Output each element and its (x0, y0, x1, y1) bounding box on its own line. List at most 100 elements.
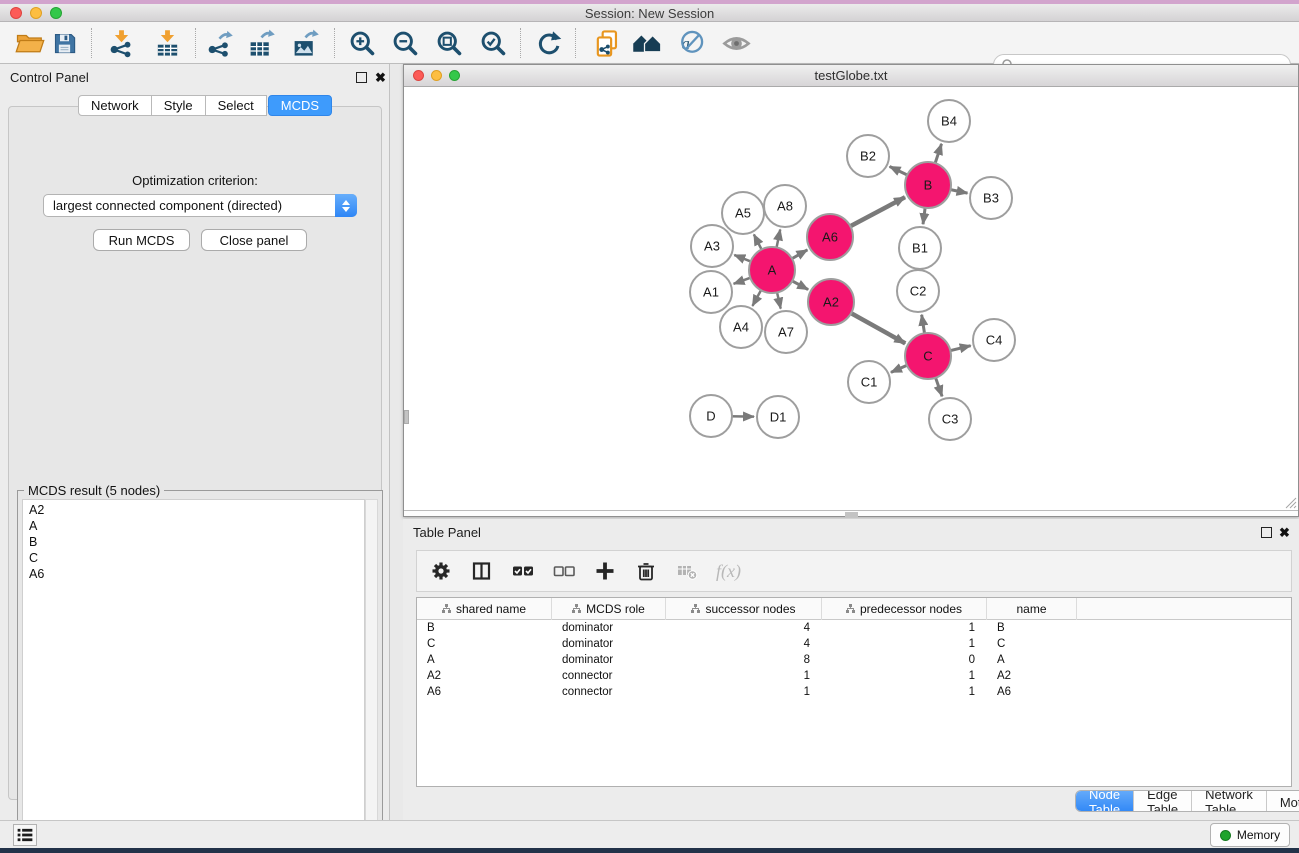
tab-mcds[interactable]: MCDS (268, 95, 332, 116)
column-label: successor nodes (705, 602, 795, 616)
cell-successor-nodes[interactable]: 8 (666, 652, 822, 668)
table-row[interactable]: A2connector11A2 (417, 668, 1291, 684)
app-titlebar: Session: New Session (0, 4, 1299, 22)
table-body: Bdominator41BCdominator41CAdominator80AA… (417, 620, 1291, 700)
cell-predecessor-nodes[interactable]: 1 (822, 620, 987, 636)
cell-shared-name[interactable]: A2 (417, 668, 552, 684)
tab-motifs[interactable]: Motifs (1266, 791, 1299, 812)
cell-MCDS-role[interactable]: connector (552, 684, 666, 700)
memory-button[interactable]: Memory (1210, 823, 1290, 847)
zoom-selected-icon[interactable] (473, 22, 513, 64)
add-column-icon[interactable] (593, 559, 617, 583)
cell-name[interactable]: A6 (987, 684, 1077, 700)
column-header-MCDS-role[interactable]: MCDS role (552, 598, 666, 620)
cell-predecessor-nodes[interactable]: 1 (822, 636, 987, 652)
export-network-icon[interactable] (199, 22, 239, 64)
export-table-icon[interactable] (241, 22, 281, 64)
run-mcds-button[interactable]: Run MCDS (93, 229, 190, 251)
clear-all-checkboxes-icon[interactable] (552, 559, 576, 583)
delete-table-icon[interactable] (675, 559, 699, 583)
cell-successor-nodes[interactable]: 1 (666, 684, 822, 700)
resize-grip-icon[interactable] (1284, 496, 1297, 509)
cell-successor-nodes[interactable]: 4 (666, 636, 822, 652)
float-panel-icon[interactable] (356, 72, 367, 83)
result-item[interactable]: A (29, 518, 364, 534)
control-panel-title: Control Panel (10, 70, 89, 85)
cell-successor-nodes[interactable]: 4 (666, 620, 822, 636)
tab-select[interactable]: Select (206, 95, 267, 116)
result-item[interactable]: A6 (29, 566, 364, 582)
cell-shared-name[interactable]: C (417, 636, 552, 652)
network-window-titlebar[interactable]: testGlobe.txt (404, 65, 1298, 87)
table-row[interactable]: Cdominator41C (417, 636, 1291, 652)
tab-network[interactable]: Network (78, 95, 152, 116)
criterion-dropdown[interactable]: largest connected component (directed) (43, 194, 357, 217)
result-scrollbar[interactable] (365, 499, 378, 830)
network-canvas[interactable]: B4B2BB3A8A5A6A3B1AA1C2A2A4A7C4CC1C3DD1 (404, 87, 1298, 510)
result-item[interactable]: C (29, 550, 364, 566)
zoom-in-icon[interactable] (342, 22, 382, 64)
node-label-A8: A8 (777, 199, 793, 214)
close-table-panel-icon[interactable]: ✖ (1279, 527, 1290, 538)
split-columns-icon[interactable] (470, 559, 494, 583)
close-panel-button[interactable]: Close panel (201, 229, 307, 251)
close-panel-icon[interactable]: ✖ (375, 72, 386, 83)
import-table-icon[interactable] (147, 22, 187, 64)
cell-shared-name[interactable]: A (417, 652, 552, 668)
network-graph[interactable]: B4B2BB3A8A5A6A3B1AA1C2A2A4A7C4CC1C3DD1 (404, 87, 1298, 510)
hide-labels-icon[interactable]: a (671, 22, 711, 64)
result-item[interactable]: B (29, 534, 364, 550)
mcds-result-list[interactable]: A2ABCA6 (22, 499, 365, 830)
tab-edge-table[interactable]: Edge Table (1133, 791, 1191, 812)
column-header-name[interactable]: name (987, 598, 1077, 620)
network-column-icon (691, 602, 700, 616)
export-image-icon[interactable] (285, 22, 325, 64)
refresh-icon[interactable] (529, 22, 569, 64)
import-network-icon[interactable] (101, 22, 141, 64)
tab-style[interactable]: Style (152, 95, 206, 116)
cell-MCDS-role[interactable]: dominator (552, 636, 666, 652)
column-header-successor-nodes[interactable]: successor nodes (666, 598, 822, 620)
tab-node-table[interactable]: Node Table (1076, 791, 1133, 812)
cell-name[interactable]: B (987, 620, 1077, 636)
cell-predecessor-nodes[interactable]: 1 (822, 668, 987, 684)
table-row[interactable]: Adominator80A (417, 652, 1291, 668)
table-row[interactable]: Bdominator41B (417, 620, 1291, 636)
delete-column-trash-icon[interactable] (634, 559, 658, 583)
cell-shared-name[interactable]: A6 (417, 684, 552, 700)
vertical-scroll-thumb[interactable] (404, 410, 409, 424)
result-item[interactable]: A2 (29, 502, 364, 518)
cell-name[interactable]: C (987, 636, 1077, 652)
zoom-fit-icon[interactable] (429, 22, 469, 64)
task-history-button[interactable] (13, 824, 37, 846)
horizontal-scroll-thumb[interactable] (845, 512, 858, 517)
toolbar-separator (520, 28, 521, 58)
horizontal-scrollbar[interactable] (404, 510, 1298, 516)
cell-MCDS-role[interactable]: dominator (552, 652, 666, 668)
cell-MCDS-role[interactable]: dominator (552, 620, 666, 636)
node-label-A7: A7 (778, 325, 794, 340)
table-row[interactable]: A6connector11A6 (417, 684, 1291, 700)
column-header-predecessor-nodes[interactable]: predecessor nodes (822, 598, 987, 620)
clone-network-icon[interactable] (587, 22, 627, 64)
cell-successor-nodes[interactable]: 1 (666, 668, 822, 684)
function-builder-icon[interactable]: f(x) (716, 561, 741, 582)
cell-shared-name[interactable]: B (417, 620, 552, 636)
cell-name[interactable]: A2 (987, 668, 1077, 684)
select-all-checkboxes-icon[interactable] (511, 559, 535, 583)
node-label-D: D (706, 409, 715, 424)
cell-name[interactable]: A (987, 652, 1077, 668)
float-table-panel-icon[interactable] (1261, 527, 1272, 538)
zoom-out-icon[interactable] (385, 22, 425, 64)
cell-MCDS-role[interactable]: connector (552, 668, 666, 684)
table-settings-gear-icon[interactable] (429, 559, 453, 583)
home-icon[interactable] (627, 22, 667, 64)
cell-predecessor-nodes[interactable]: 1 (822, 684, 987, 700)
column-header-shared-name[interactable]: shared name (417, 598, 552, 620)
table-toolbar: f(x) (416, 550, 1292, 592)
toolbar-separator (334, 28, 335, 58)
tab-network-table[interactable]: Network Table (1191, 791, 1266, 812)
show-details-eye-icon[interactable] (716, 22, 756, 64)
save-session-icon[interactable] (44, 22, 84, 64)
cell-predecessor-nodes[interactable]: 0 (822, 652, 987, 668)
